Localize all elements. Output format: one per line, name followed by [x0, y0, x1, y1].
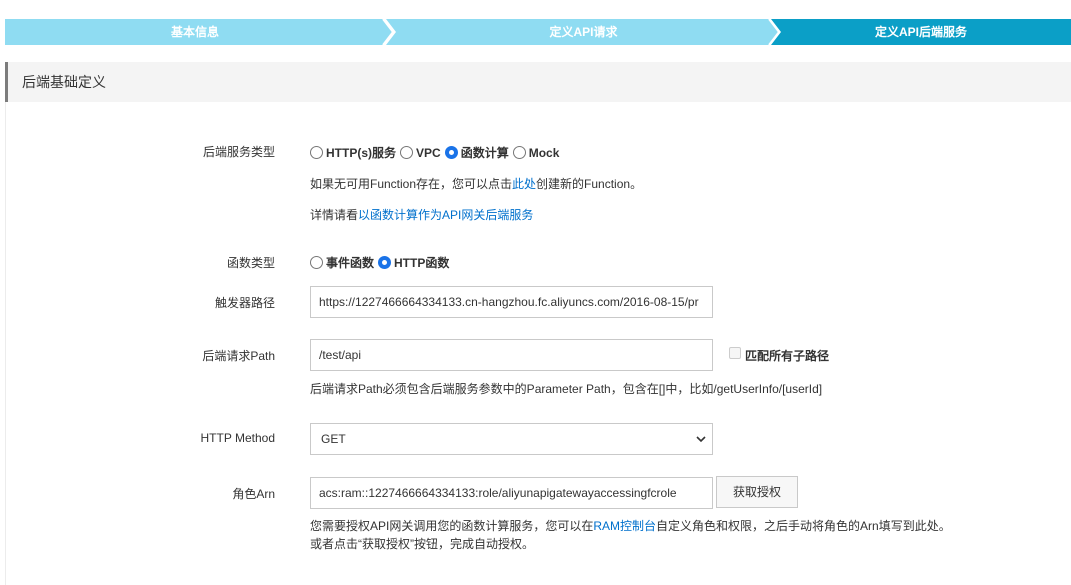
http-method-value: GET [321, 432, 346, 446]
hint-text: 您需要授权API网关调用您的函数计算服务，您可以在 [310, 519, 594, 533]
backend-type-radio-group: HTTP(s)服务 VPC 函数计算 Mock [310, 144, 563, 161]
radio-event-function[interactable]: 事件函数 [310, 254, 374, 271]
details-hint: 详情请看以函数计算作为API网关后端服务 [310, 206, 533, 223]
role-arn-hint-line2: 或者点击“获取授权”按钮，完成自动授权。 [310, 537, 534, 551]
radio-vpc[interactable]: VPC [400, 146, 441, 160]
hint-text: 创建新的Function。 [536, 177, 643, 191]
radio-mock[interactable]: Mock [512, 145, 560, 160]
function-type-radio-group: 事件函数 HTTP函数 [310, 254, 453, 271]
radio-http-function[interactable]: HTTP函数 [378, 254, 449, 271]
section-title: 后端基础定义 [22, 74, 106, 90]
get-authorization-button[interactable]: 获取授权 [716, 476, 798, 508]
hint-text: 如果无可用Function存在，您可以点击 [310, 177, 513, 191]
step-basic-info: 基本信息 [5, 19, 395, 45]
step-define-backend-service: 定义API后端服务 [771, 19, 1071, 45]
chevron-down-icon [696, 436, 706, 443]
radio-label: Mock [528, 145, 560, 160]
backend-path-hint: 后端请求Path必须包含后端服务参数中的Parameter Path，包含在[]… [310, 382, 823, 396]
hint-text: 详情请看 [310, 208, 359, 222]
radio-checked-icon[interactable] [444, 146, 458, 159]
radio-label: VPC [416, 145, 441, 160]
radio-label: 事件函数 [326, 256, 375, 270]
backend-path-label: 后端请求Path [202, 349, 275, 363]
radio-label: HTTP函数 [394, 256, 450, 270]
trigger-path-input[interactable]: https://1227466664334133.cn-hangzhou.fc.… [310, 286, 713, 318]
http-method-label: HTTP Method [200, 431, 275, 445]
radio-circle-icon[interactable] [512, 146, 526, 159]
section-header: 后端基础定义 [5, 62, 1071, 102]
step-progress-bar: 基本信息 定义API请求 定义API后端服务 [5, 19, 1071, 45]
create-function-link[interactable]: 此处 [512, 177, 536, 191]
radio-function-compute[interactable]: 函数计算 [444, 144, 509, 161]
ram-console-link[interactable]: RAM控制台 [593, 519, 656, 533]
role-arn-input[interactable]: acs:ram::1227466664334133:role/aliyunapi… [310, 477, 713, 509]
hint-text: 自定义角色和权限，之后手动将角色的Arn填写到此处。 [656, 519, 951, 533]
role-arn-label: 角色Arn [232, 487, 275, 501]
match-all-subpaths-checkbox[interactable] [729, 347, 741, 359]
backend-type-label: 后端服务类型 [202, 145, 275, 159]
radio-label: 函数计算 [460, 146, 509, 160]
radio-circle-icon[interactable] [310, 146, 323, 159]
radio-circle-icon[interactable] [400, 146, 413, 159]
trigger-path-label: 触发器路径 [214, 296, 275, 310]
function-type-label: 函数类型 [226, 256, 275, 270]
create-function-hint: 如果无可用Function存在，您可以点击此处创建新的Function。 [310, 175, 642, 192]
radio-http-service[interactable]: HTTP(s)服务 [310, 144, 396, 161]
step-label: 定义API后端服务 [874, 25, 967, 39]
step-define-api-request: 定义API请求 [386, 19, 781, 45]
match-all-subpaths-label: 匹配所有子路径 [745, 349, 830, 363]
radio-circle-icon[interactable] [310, 256, 323, 269]
http-method-select[interactable]: GET [310, 423, 713, 455]
fc-as-backend-doc-link[interactable]: 以函数计算作为API网关后端服务 [358, 208, 533, 222]
backend-path-input[interactable]: /test/api [310, 339, 713, 371]
step-label: 定义API请求 [549, 25, 618, 39]
radio-checked-icon[interactable] [378, 256, 392, 269]
step-label: 基本信息 [170, 25, 219, 39]
role-arn-hint-line1: 您需要授权API网关调用您的函数计算服务，您可以在RAM控制台自定义角色和权限，… [310, 517, 951, 534]
radio-label: HTTP(s)服务 [326, 146, 396, 160]
